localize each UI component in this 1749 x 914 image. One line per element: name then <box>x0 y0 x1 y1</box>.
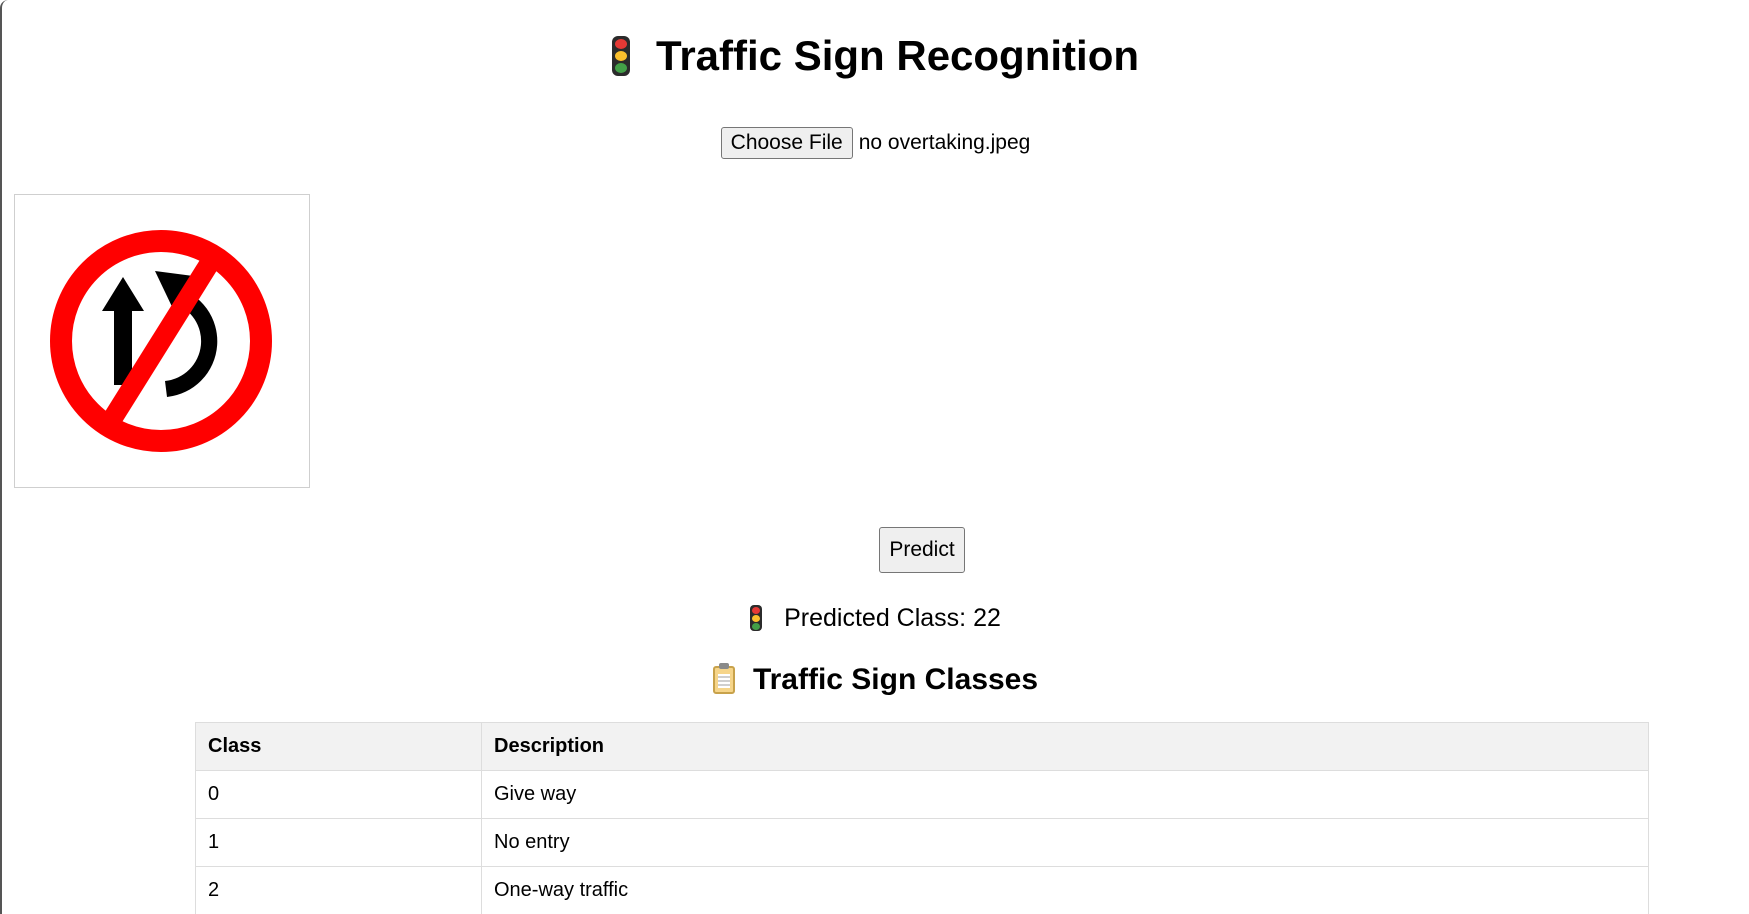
column-header-description: Description <box>481 722 1649 771</box>
classes-heading: Traffic Sign Classes <box>2 660 1749 700</box>
app-page: Traffic Sign Recognition Choose File no … <box>0 0 1749 914</box>
predict-button[interactable]: Predict <box>879 527 965 573</box>
table-row: 0 Give way <box>195 770 1649 819</box>
selected-file-name: no overtaking.jpeg <box>858 131 1031 154</box>
description-cell: Give way <box>481 770 1649 819</box>
page-title: Traffic Sign Recognition <box>2 28 1749 84</box>
class-cell: 0 <box>195 770 482 819</box>
file-upload: Choose File no overtaking.jpeg <box>2 127 1749 159</box>
class-cell: 2 <box>195 866 482 914</box>
traffic-light-icon <box>750 605 763 631</box>
no-overtaking-sign-icon <box>50 230 272 452</box>
image-preview <box>14 194 310 488</box>
class-cell: 1 <box>195 818 482 867</box>
prediction-text: Predicted Class: 22 <box>784 604 1001 632</box>
description-cell: One-way traffic <box>481 866 1649 914</box>
classes-table: Class Description 0 Give way 1 No entry … <box>195 722 1649 914</box>
classes-heading-text: Traffic Sign Classes <box>752 663 1039 696</box>
table-header-row: Class Description <box>195 722 1649 771</box>
table-row: 1 No entry <box>195 818 1649 867</box>
traffic-light-icon <box>611 36 630 76</box>
table-row: 2 One-way traffic <box>195 866 1649 914</box>
page-title-text: Traffic Sign Recognition <box>655 32 1140 79</box>
description-cell: No entry <box>481 818 1649 867</box>
choose-file-button[interactable]: Choose File <box>720 127 853 159</box>
prediction-result: Predicted Class: 22 <box>2 600 1749 636</box>
column-header-class: Class <box>195 722 482 771</box>
clipboard-icon <box>712 663 735 694</box>
